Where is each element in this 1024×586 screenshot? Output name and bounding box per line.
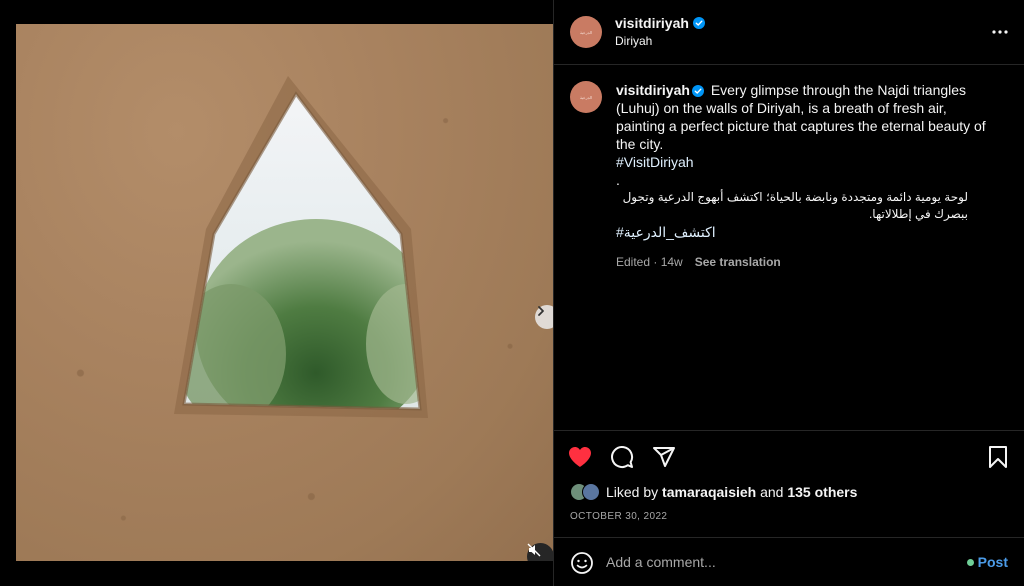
likes-others-count[interactable]: 135 others [787, 484, 857, 500]
like-button[interactable] [566, 443, 594, 471]
status-dot [966, 558, 974, 566]
avatar-logo-text: الدرعية [579, 94, 593, 100]
likes-summary[interactable]: Liked by tamaraqaisieh and 135 others [570, 483, 857, 501]
avatar[interactable]: الدرعية [570, 81, 602, 113]
paper-plane-icon [653, 447, 675, 467]
liked-by-prefix: Liked by [606, 484, 659, 500]
caption-arabic: لوحة يومية دائمة ومتجددة ونابضة بالحياة؛… [622, 190, 968, 221]
see-translation-link[interactable]: See translation [695, 253, 781, 271]
chevron-right-icon [538, 306, 544, 316]
photo-window-opening [174, 76, 428, 418]
verified-badge-icon [691, 85, 704, 97]
liker-username[interactable]: tamaraqaisieh [662, 484, 756, 500]
header-username[interactable]: visitdiriyah [615, 15, 705, 31]
caption-english: visitdiriyah Every glimpse through the N… [616, 81, 996, 153]
likes-and: and [760, 484, 784, 500]
action-row [566, 443, 678, 471]
hashtag-link[interactable]: #VisitDiriyah [616, 153, 996, 171]
comment-bubble-icon [611, 446, 634, 468]
avatar[interactable]: الدرعية [570, 16, 602, 48]
caption-meta: Edited · 14w See translation [616, 253, 996, 271]
comment-bar: Post [554, 537, 1024, 586]
caption-separator: . [616, 172, 620, 188]
emoji-picker-button[interactable] [570, 551, 594, 580]
location-link[interactable]: Diriyah [615, 34, 652, 48]
comment-input[interactable] [606, 551, 946, 573]
post-button-label[interactable]: Post [978, 554, 1008, 570]
avatar [582, 483, 600, 501]
heart-filled-icon [569, 447, 591, 467]
post-comment-button[interactable]: Post [966, 554, 1008, 570]
post-media[interactable] [16, 24, 553, 561]
more-options-button[interactable] [992, 20, 1008, 49]
liker-avatars [570, 483, 600, 501]
share-button[interactable] [650, 443, 678, 471]
hashtag-link-arabic[interactable]: #اكتشف_الدرعية [616, 223, 996, 241]
smiley-icon [571, 552, 593, 574]
edited-timestamp: Edited · 14w [616, 255, 683, 269]
more-horizontal-icon [992, 30, 1008, 34]
save-button[interactable] [984, 443, 1012, 471]
caption-body: visitdiriyah Every glimpse through the N… [616, 81, 996, 271]
username-text[interactable]: visitdiriyah [615, 15, 689, 31]
caption-username[interactable]: visitdiriyah [616, 82, 690, 98]
post-side-panel: الدرعية visitdiriyah Diriyah الدرعية vis… [553, 0, 1024, 586]
post-date: OCTOBER 30, 2022 [570, 511, 668, 522]
carousel-next-button[interactable] [535, 305, 553, 329]
bookmark-icon [989, 446, 1007, 468]
verified-badge-icon [692, 17, 705, 29]
post-actions: Liked by tamaraqaisieh and 135 others OC… [554, 430, 1024, 537]
post-header: الدرعية visitdiriyah Diriyah [554, 0, 1024, 65]
mute-toggle-button[interactable] [527, 543, 553, 561]
avatar-logo-text: الدرعية [579, 29, 593, 35]
speaker-muted-icon [527, 543, 541, 557]
comment-button[interactable] [608, 443, 636, 471]
